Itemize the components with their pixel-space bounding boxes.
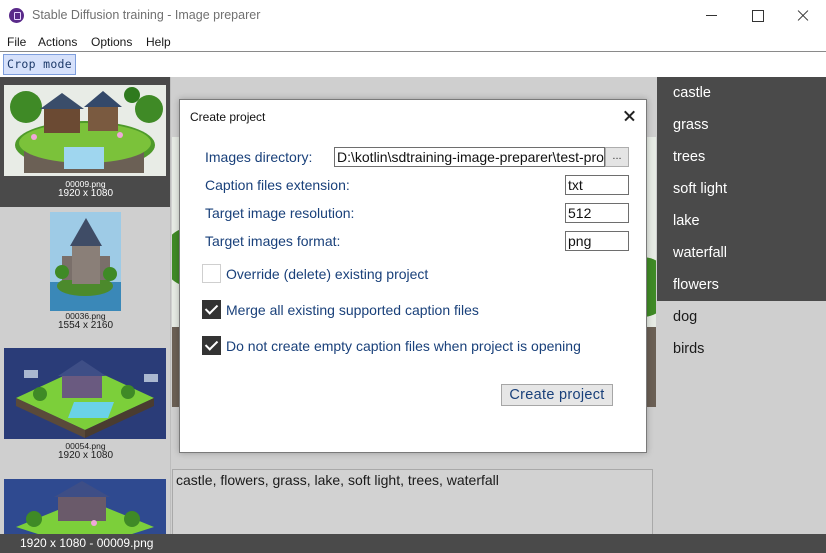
thumbnail-image	[50, 212, 121, 311]
title-bar: Stable Diffusion training - Image prepar…	[0, 0, 826, 31]
thumbnail-image	[4, 479, 166, 534]
close-icon[interactable]	[780, 0, 826, 31]
target-resolution-label: Target image resolution:	[205, 205, 355, 221]
thumbnail-size: 1554 x 2160	[57, 320, 114, 331]
merge-captions-checkbox[interactable]	[202, 300, 221, 319]
thumbnail-item[interactable]: 00054.png 1920 x 1080	[0, 341, 170, 471]
menu-actions[interactable]: Actions	[38, 35, 77, 49]
thumbnail-size: 1920 x 1080	[57, 188, 114, 199]
target-format-input[interactable]: png	[565, 231, 629, 251]
images-directory-label: Images directory:	[205, 149, 313, 165]
crop-mode-button[interactable]: Crop mode	[3, 54, 76, 75]
merge-captions-label[interactable]: Merge all existing supported caption fil…	[226, 302, 479, 318]
tag-item-flowers[interactable]: flowers	[657, 269, 826, 301]
override-checkbox[interactable]	[202, 264, 221, 283]
tag-item-trees[interactable]: trees	[657, 141, 826, 173]
tag-item-castle[interactable]: castle	[657, 77, 826, 109]
menu-file[interactable]: File	[7, 35, 26, 49]
tag-item-soft-light[interactable]: soft light	[657, 173, 826, 205]
override-label[interactable]: Override (delete) existing project	[226, 266, 428, 282]
tag-item-lake[interactable]: lake	[657, 205, 826, 237]
thumbnail-size: 1920 x 1080	[57, 450, 114, 461]
tag-item-birds[interactable]: birds	[657, 333, 826, 365]
create-project-dialog: Create project Images directory: D:\kotl…	[179, 99, 647, 453]
tag-item-dog[interactable]: dog	[657, 301, 826, 333]
thumbnail-list[interactable]: 00009.png 1920 x 1080 00036.png 1554 x 2…	[0, 77, 171, 534]
tag-item-waterfall[interactable]: waterfall	[657, 237, 826, 269]
menu-bar: File Actions Options Help	[0, 31, 826, 52]
dialog-close-icon[interactable]	[620, 106, 640, 126]
thumbnail-item[interactable]	[0, 475, 170, 534]
window-title: Stable Diffusion training - Image prepar…	[32, 8, 261, 22]
target-resolution-input[interactable]: 512	[565, 203, 629, 223]
app-icon	[9, 8, 24, 23]
menu-help[interactable]: Help	[146, 35, 171, 49]
caption-text[interactable]: castle, flowers, grass, lake, soft light…	[176, 472, 499, 488]
tag-item-grass[interactable]: grass	[657, 109, 826, 141]
no-empty-captions-checkbox[interactable]	[202, 336, 221, 355]
menu-options[interactable]: Options	[91, 35, 132, 49]
status-bar: 1920 x 1080 - 00009.png	[0, 534, 826, 553]
caption-extension-input[interactable]: txt	[565, 175, 629, 195]
toolbar: Crop mode	[0, 52, 826, 77]
no-empty-captions-label[interactable]: Do not create empty caption files when p…	[226, 338, 581, 354]
tag-list: castle grass trees soft light lake water…	[657, 77, 826, 534]
thumbnail-item[interactable]: 00009.png 1920 x 1080	[0, 77, 170, 207]
status-text: 1920 x 1080 - 00009.png	[20, 536, 154, 550]
target-format-label: Target images format:	[205, 233, 341, 249]
thumbnail-image	[4, 85, 166, 176]
thumbnail-item[interactable]: 00036.png 1554 x 2160	[0, 207, 170, 337]
app-window: Stable Diffusion training - Image prepar…	[0, 0, 826, 553]
browse-button[interactable]: ...	[605, 147, 629, 167]
maximize-icon[interactable]	[734, 0, 780, 31]
minimize-icon[interactable]	[688, 0, 734, 31]
thumbnail-image	[4, 348, 166, 439]
caption-extension-label: Caption files extension:	[205, 177, 350, 193]
create-project-button[interactable]: Create project	[501, 384, 613, 406]
dialog-title: Create project	[190, 110, 266, 124]
images-directory-input[interactable]: D:\kotlin\sdtraining-image-preparer\test…	[334, 147, 605, 167]
